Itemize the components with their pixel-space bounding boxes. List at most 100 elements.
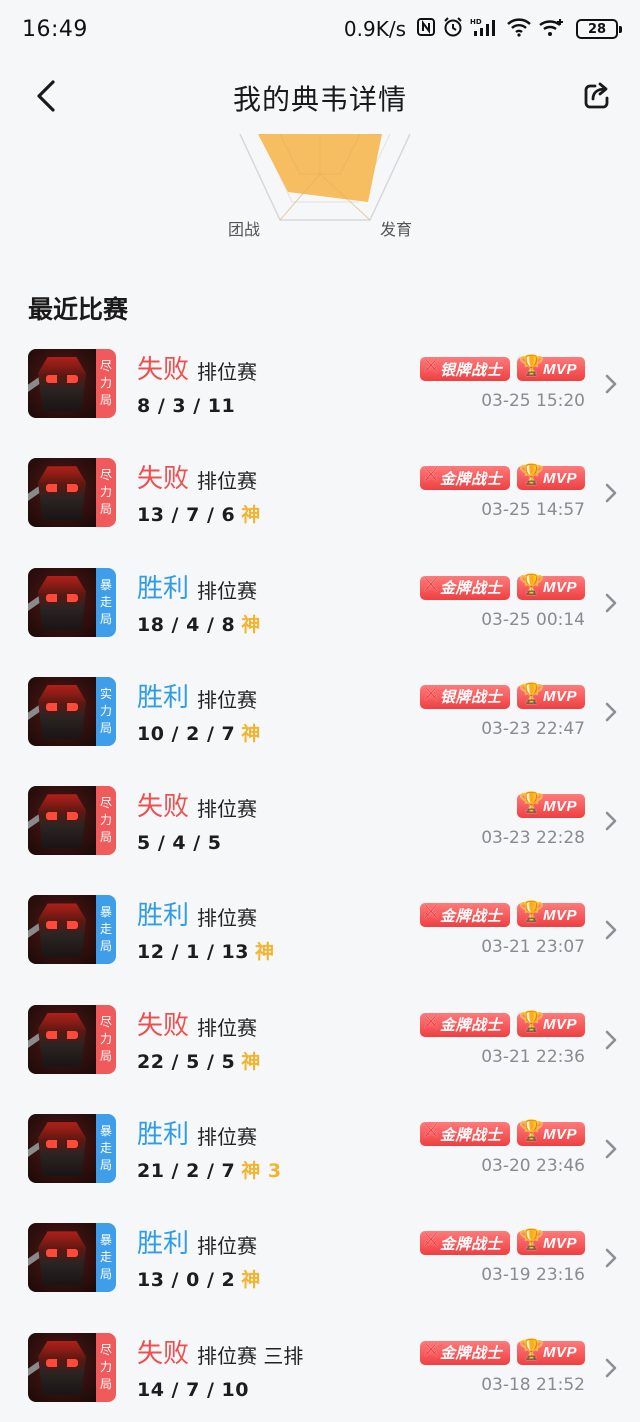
match-mode-tag: 尽力局 bbox=[96, 349, 116, 418]
hero-portrait bbox=[28, 1004, 96, 1074]
signal-icon: HD bbox=[470, 17, 500, 41]
chevron-right-icon bbox=[605, 1139, 617, 1159]
match-row[interactable]: 实力局 胜利 排位赛 10 / 2 / 7神 ⚔ 银牌战士 🏆 MVP 03-23 … bbox=[0, 673, 640, 782]
medal-badge: ⚔ 金牌战士 bbox=[419, 899, 510, 928]
match-type: 排位赛 bbox=[197, 360, 257, 384]
chevron-right-icon bbox=[605, 921, 617, 940]
sword-icon: ⚔ bbox=[421, 571, 441, 596]
match-mode-tag: 暴走局 bbox=[96, 1114, 116, 1184]
hero-avatar: 尽力局 bbox=[28, 349, 116, 418]
kda-text: 8 / 3 / 11 bbox=[137, 395, 236, 417]
match-result: 胜利 bbox=[137, 682, 190, 713]
hero-portrait bbox=[28, 676, 96, 746]
honor-badges: ⚔ 金牌战士 🏆 MVP bbox=[419, 1118, 585, 1147]
top-nav-bar: 我的典韦详情 bbox=[0, 62, 640, 134]
match-row[interactable]: 暴走局 胜利 排位赛 21 / 2 / 7神 3 ⚔ 金牌战士 🏆 MVP 03-2… bbox=[0, 1110, 640, 1219]
chevron-right-icon bbox=[605, 1249, 617, 1268]
match-type: 排位赛 bbox=[197, 906, 257, 931]
hero-avatar: 尽力局 bbox=[28, 1332, 116, 1402]
godlike-tag: 神 bbox=[241, 613, 261, 636]
match-time: 03-18 21:52 bbox=[481, 1374, 585, 1395]
chevron-right-icon bbox=[605, 593, 617, 612]
match-row[interactable]: 尽力局 失败 排位赛 8 / 3 / 11 ⚔ 银牌战士 🏆 MVP 03-25 1… bbox=[0, 345, 640, 454]
mvp-badge: 🏆 MVP bbox=[516, 901, 585, 928]
match-type: 排位赛 bbox=[197, 578, 257, 603]
kda-text: 21 / 2 / 7 bbox=[137, 1160, 236, 1183]
trophy-icon: 🏆 bbox=[518, 1338, 545, 1361]
match-row[interactable]: 暴走局 胜利 排位赛 12 / 1 / 13 神 ⚔ 金牌战士 🏆 MVP 03-21… bbox=[0, 891, 640, 1000]
match-row[interactable]: 暴走局 胜利 排位赛 13 / 0 / 2神 ⚔ 金牌战士 🏆 MVP 03-19 … bbox=[0, 1219, 640, 1328]
mvp-badge: 🏆 MVP bbox=[516, 683, 585, 709]
match-row[interactable]: 尽力局 失败 排位赛 三排 14 / 7 / 10 ⚔ 金牌战士 🏆 MVP 03-… bbox=[0, 1329, 640, 1422]
kda-score: 13 / 0 / 2神 bbox=[137, 1268, 261, 1292]
match-time: 03-20 23:46 bbox=[481, 1156, 585, 1177]
kda-score: 22 / 5 / 5神 bbox=[137, 1050, 261, 1074]
share-button[interactable] bbox=[580, 78, 614, 114]
match-result: 胜利 bbox=[137, 1229, 190, 1260]
trophy-icon: 🏆 bbox=[518, 1120, 545, 1143]
godlike-tag: 神 bbox=[241, 504, 261, 527]
trophy-icon: 🏆 bbox=[518, 464, 545, 487]
back-button[interactable] bbox=[28, 76, 64, 116]
radar-label-teamfight: 团战 bbox=[228, 220, 261, 239]
match-time: 03-25 15:20 bbox=[481, 391, 585, 411]
trophy-icon: 🏆 bbox=[518, 573, 545, 596]
medal-badge: ⚔ 银牌战士 bbox=[419, 681, 510, 709]
kda-score: 10 / 2 / 7神 bbox=[137, 722, 261, 746]
match-time: 03-25 14:57 bbox=[481, 500, 585, 521]
alarm-icon bbox=[442, 16, 464, 42]
match-row[interactable]: 尽力局 失败 排位赛 5 / 4 / 5 🏆 MVP 03-23 22:28 bbox=[0, 782, 640, 891]
hero-portrait bbox=[28, 1223, 96, 1293]
mvp-badge: 🏆 MVP bbox=[516, 464, 585, 491]
trophy-icon: 🏆 bbox=[518, 1229, 545, 1252]
honor-badges: ⚔ 金牌战士 🏆 MVP bbox=[419, 1227, 585, 1256]
chevron-right-icon bbox=[605, 1358, 617, 1377]
match-result: 失败 bbox=[137, 464, 190, 495]
match-mode-tag: 尽力局 bbox=[96, 1332, 116, 1402]
hotspot-wifi-icon bbox=[538, 17, 566, 41]
kda-text: 10 / 2 / 7 bbox=[137, 722, 236, 745]
svg-text:HD: HD bbox=[470, 18, 482, 26]
honor-badges: ⚔ 金牌战士 🏆 MVP bbox=[419, 462, 585, 491]
medal-badge: ⚔ 金牌战士 bbox=[419, 1118, 510, 1147]
mvp-badge: 🏆 MVP bbox=[516, 355, 585, 381]
page-title: 我的典韦详情 bbox=[232, 83, 407, 116]
kda-score: 8 / 3 / 11 bbox=[137, 394, 235, 418]
kda-text: 22 / 5 / 5 bbox=[137, 1050, 236, 1073]
match-result: 失败 bbox=[137, 1338, 190, 1369]
trophy-icon: 🏆 bbox=[518, 682, 545, 705]
match-type: 排位赛 三排 bbox=[197, 1343, 304, 1368]
match-mode-tag: 暴走局 bbox=[96, 1223, 116, 1293]
mvp-badge: 🏆 MVP bbox=[516, 574, 585, 600]
kda-text: 13 / 7 / 6 bbox=[137, 504, 236, 527]
match-time: 03-21 22:36 bbox=[481, 1046, 585, 1067]
nfc-icon bbox=[416, 17, 436, 41]
sword-icon: ⚔ bbox=[421, 353, 441, 377]
match-row[interactable]: 尽力局 失败 排位赛 13 / 7 / 6神 ⚔ 金牌战士 🏆 MVP 03-25 … bbox=[0, 454, 640, 563]
mvp-badge: 🏆 MVP bbox=[516, 1229, 585, 1256]
match-time: 03-19 23:16 bbox=[481, 1265, 585, 1286]
hero-portrait bbox=[28, 1114, 96, 1184]
sword-icon: ⚔ bbox=[421, 1118, 441, 1143]
kda-score: 18 / 4 / 8神 bbox=[137, 613, 261, 637]
radar-chart: 团战 发育 bbox=[200, 133, 440, 244]
honor-badges: ⚔ 金牌战士 🏆 MVP bbox=[419, 1009, 585, 1037]
match-row[interactable]: 暴走局 胜利 排位赛 18 / 4 / 8神 ⚔ 金牌战士 🏆 MVP 03-25 … bbox=[0, 564, 640, 673]
kda-text: 5 / 4 / 5 bbox=[137, 832, 222, 855]
chevron-right-icon bbox=[605, 1030, 617, 1050]
match-result: 胜利 bbox=[137, 1120, 190, 1151]
hero-avatar: 尽力局 bbox=[28, 786, 116, 856]
honor-badges: ⚔ 银牌战士 🏆 MVP bbox=[419, 353, 585, 381]
medal-badge: ⚔ 银牌战士 bbox=[419, 353, 510, 381]
match-type: 排位赛 bbox=[197, 1234, 257, 1259]
kda-score: 12 / 1 / 13 神 bbox=[137, 940, 274, 964]
medal-badge: ⚔ 金牌战士 bbox=[419, 462, 510, 491]
medal-badge: ⚔ 金牌战士 bbox=[419, 1337, 510, 1365]
hero-avatar: 尽力局 bbox=[28, 1004, 116, 1074]
sword-icon: ⚔ bbox=[421, 1008, 441, 1033]
medal-badge: ⚔ 金牌战士 bbox=[419, 572, 510, 600]
kda-score: 21 / 2 / 7神 3 bbox=[137, 1159, 282, 1183]
medal-badge: ⚔ 金牌战士 bbox=[419, 1227, 510, 1256]
share-icon bbox=[584, 82, 609, 109]
match-row[interactable]: 尽力局 失败 排位赛 22 / 5 / 5神 ⚔ 金牌战士 🏆 MVP 03-21 … bbox=[0, 1001, 640, 1110]
